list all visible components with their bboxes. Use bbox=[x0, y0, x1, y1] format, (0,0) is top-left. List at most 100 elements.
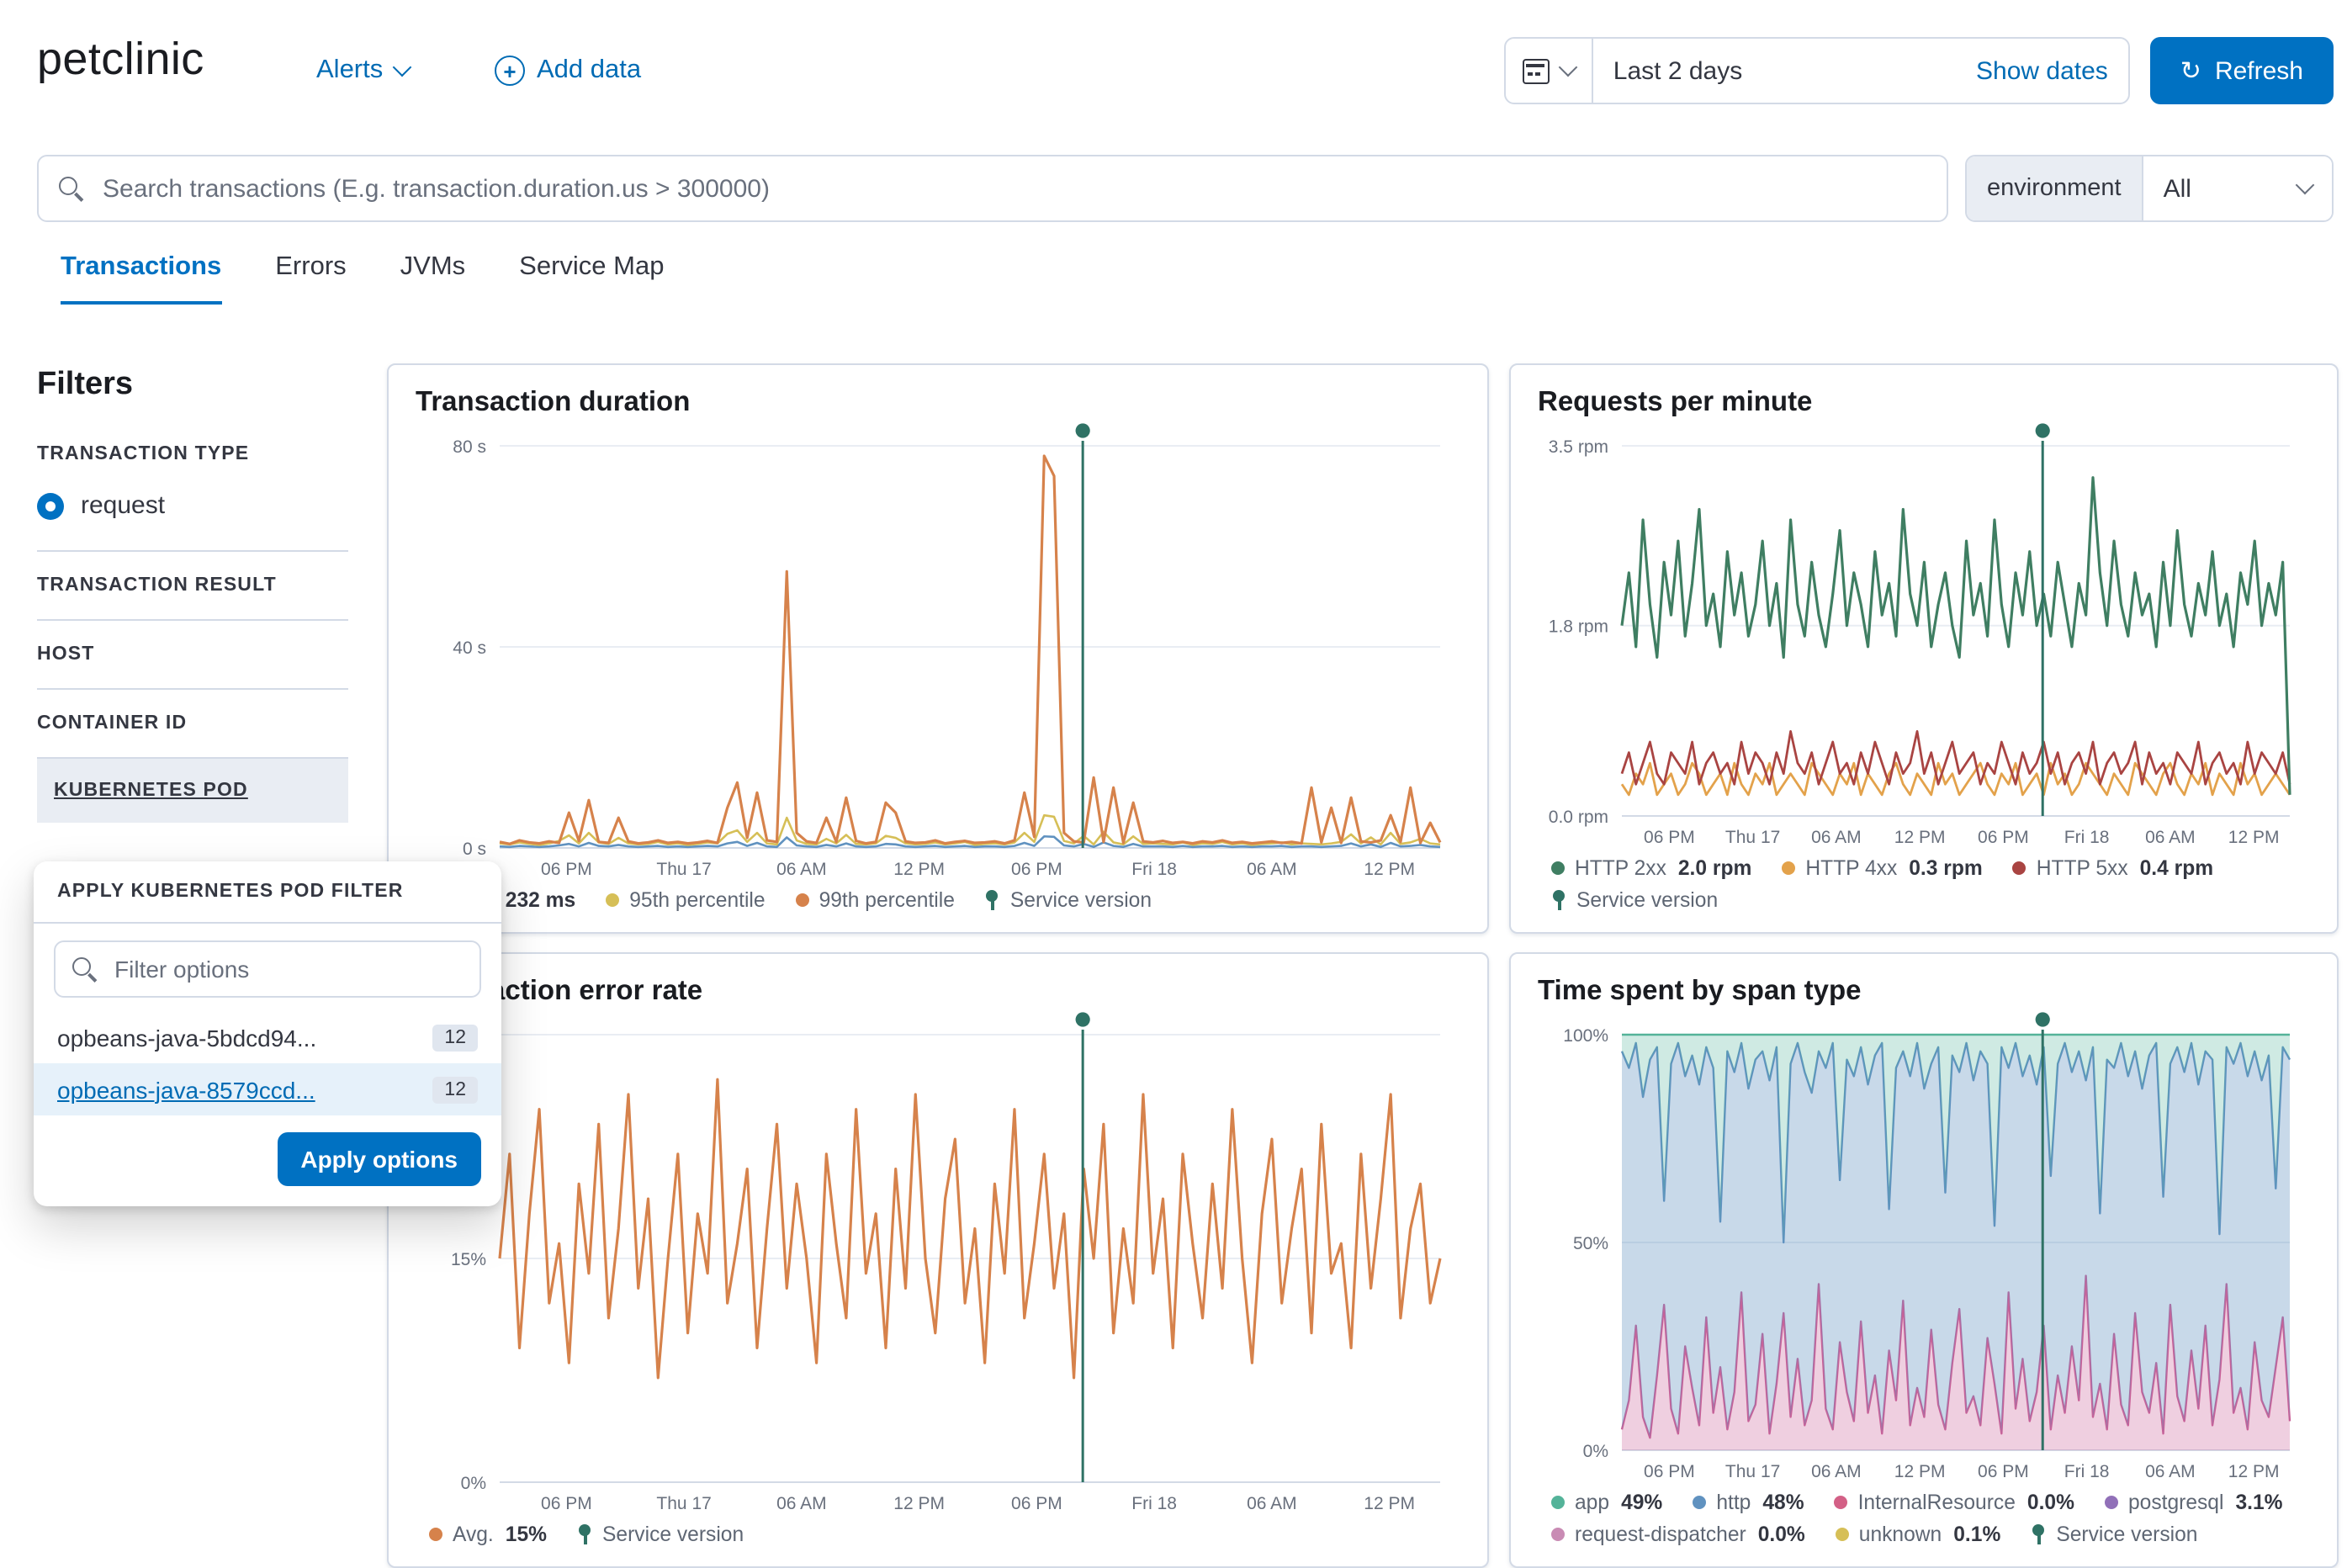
time-spent-by-span-type-chart[interactable]: 0%50%100%06 PMThu 1706 AM12 PM06 PMFri 1… bbox=[1538, 1008, 2310, 1484]
search-input[interactable] bbox=[99, 172, 1926, 204]
chart-legend: Avg.232 ms95th percentile99th percentile… bbox=[416, 882, 1460, 915]
dot-icon bbox=[796, 893, 809, 907]
add-data-link[interactable]: + Add data bbox=[495, 56, 641, 86]
panel-title: Transaction error rate bbox=[416, 976, 1460, 1008]
svg-text:06 AM: 06 AM bbox=[776, 860, 827, 879]
popover-search-box bbox=[54, 940, 481, 998]
app-logo: petclinic bbox=[37, 34, 204, 86]
svg-text:06 AM: 06 AM bbox=[1247, 1494, 1297, 1513]
svg-text:0 s: 0 s bbox=[463, 840, 486, 859]
filter-section-host[interactable]: HOST bbox=[37, 619, 348, 688]
dot-icon bbox=[1782, 861, 1795, 875]
calendar-icon bbox=[1523, 58, 1550, 83]
svg-text:0.0 rpm: 0.0 rpm bbox=[1549, 808, 1608, 827]
tab-jvms[interactable]: JVMs bbox=[400, 252, 466, 305]
dot-icon bbox=[606, 893, 619, 907]
filter-section-container-id[interactable]: CONTAINER ID bbox=[37, 688, 348, 757]
transaction-duration-panel: Transaction duration 0 s40 s80 s06 PMThu… bbox=[387, 363, 1489, 934]
legend-item[interactable]: HTTP 4xx0.3 rpm bbox=[1782, 856, 1982, 880]
search-box bbox=[37, 155, 1948, 222]
refresh-label: Refresh bbox=[2215, 56, 2303, 85]
svg-text:06 PM: 06 PM bbox=[541, 860, 592, 879]
svg-text:Fri 18: Fri 18 bbox=[2064, 1462, 2110, 1481]
legend-item[interactable]: http48% bbox=[1693, 1491, 1804, 1514]
pod-option-selected[interactable]: opbeans-java-8579ccd... 12 bbox=[34, 1063, 501, 1115]
svg-text:Thu 17: Thu 17 bbox=[656, 1494, 711, 1513]
tab-bar: Transactions Errors JVMs Service Map bbox=[61, 252, 664, 305]
legend-item[interactable]: Service version bbox=[985, 888, 1152, 912]
plus-circle-icon: + bbox=[495, 56, 525, 86]
dot-icon bbox=[1551, 1528, 1565, 1541]
legend-item[interactable]: unknown0.1% bbox=[1836, 1523, 2001, 1546]
filter-section-transaction-result[interactable]: TRANSACTION RESULT bbox=[37, 550, 348, 619]
alerts-label: Alerts bbox=[316, 56, 383, 86]
panel-title: Requests per minute bbox=[1538, 387, 2310, 419]
transaction-duration-chart[interactable]: 0 s40 s80 s06 PMThu 1706 AM12 PM06 PMFri… bbox=[416, 419, 1460, 882]
svg-text:06 AM: 06 AM bbox=[1811, 828, 1862, 847]
dot-icon bbox=[1551, 1496, 1565, 1509]
svg-text:06 PM: 06 PM bbox=[1978, 1462, 2029, 1481]
legend-item[interactable]: HTTP 5xx0.4 rpm bbox=[2013, 856, 2213, 880]
legend-item[interactable]: request-dispatcher0.0% bbox=[1551, 1523, 1805, 1546]
legend-item[interactable]: Service version bbox=[1551, 888, 1718, 912]
environment-select[interactable]: All bbox=[2143, 156, 2332, 220]
refresh-icon: ↻ bbox=[2180, 58, 2201, 83]
chevron-down-icon bbox=[392, 58, 411, 77]
tab-service-map[interactable]: Service Map bbox=[519, 252, 664, 305]
pod-option[interactable]: opbeans-java-5bdcd94... 12 bbox=[34, 1011, 501, 1063]
svg-text:12 PM: 12 PM bbox=[1894, 828, 1946, 847]
svg-text:06 PM: 06 PM bbox=[1644, 1462, 1695, 1481]
count-badge: 12 bbox=[432, 1024, 478, 1051]
add-data-label: Add data bbox=[537, 56, 641, 86]
dot-icon bbox=[1551, 861, 1565, 875]
apply-options-button[interactable]: Apply options bbox=[277, 1132, 481, 1186]
chevron-down-icon bbox=[1558, 58, 1577, 77]
legend-item[interactable]: 99th percentile bbox=[796, 888, 955, 912]
svg-text:15%: 15% bbox=[451, 1250, 486, 1269]
pin-icon bbox=[577, 1524, 592, 1544]
legend-item[interactable]: app49% bbox=[1551, 1491, 1662, 1514]
legend-item[interactable]: Service version bbox=[577, 1523, 744, 1546]
svg-text:0%: 0% bbox=[461, 1474, 486, 1493]
alerts-dropdown[interactable]: Alerts bbox=[316, 56, 408, 86]
show-dates-link[interactable]: Show dates bbox=[1976, 56, 2128, 85]
dot-icon bbox=[1836, 1528, 1849, 1541]
tab-transactions[interactable]: Transactions bbox=[61, 252, 221, 305]
count-badge: 12 bbox=[432, 1076, 478, 1103]
radio-request-label: request bbox=[81, 491, 165, 520]
svg-text:80 s: 80 s bbox=[453, 437, 486, 457]
svg-text:1.8 rpm: 1.8 rpm bbox=[1549, 617, 1608, 637]
date-bar: Last 2 days Show dates ↻ Refresh bbox=[1504, 37, 2334, 104]
search-row: environment All bbox=[37, 155, 2334, 222]
search-icon bbox=[59, 176, 84, 201]
svg-text:06 PM: 06 PM bbox=[1011, 860, 1062, 879]
svg-text:12 PM: 12 PM bbox=[2228, 828, 2280, 847]
svg-text:12 PM: 12 PM bbox=[1364, 860, 1415, 879]
date-range-value[interactable]: Last 2 days bbox=[1593, 56, 1976, 85]
svg-text:Fri 18: Fri 18 bbox=[1131, 860, 1177, 879]
environment-filter: environment All bbox=[1965, 155, 2334, 222]
requests-per-minute-panel: Requests per minute 0.0 rpm 1.8 rpm 3.5 rp… bbox=[1509, 363, 2339, 934]
svg-text:3.5 rpm: 3.5 rpm bbox=[1549, 437, 1608, 457]
transaction-error-rate-chart[interactable]: 0%15%30%06 PMThu 1706 AM12 PM06 PMFri 18… bbox=[416, 1008, 1460, 1516]
legend-item[interactable]: InternalResource0.0% bbox=[1835, 1491, 2074, 1514]
legend-item[interactable]: HTTP 2xx2.0 rpm bbox=[1551, 856, 1751, 880]
kubernetes-pod-popover: APPLY KUBERNETES POD FILTER opbeans-java… bbox=[34, 861, 501, 1206]
legend-item[interactable]: postgresql3.1% bbox=[2105, 1491, 2283, 1514]
filter-options-input[interactable] bbox=[111, 954, 463, 984]
legend-item[interactable]: 95th percentile bbox=[606, 888, 765, 912]
refresh-button[interactable]: ↻ Refresh bbox=[2150, 37, 2334, 104]
calendar-button[interactable] bbox=[1506, 39, 1593, 103]
requests-per-minute-chart[interactable]: 0.0 rpm1.8 rpm3.5 rpm06 PMThu 1706 AM12 … bbox=[1538, 419, 2310, 850]
chevron-down-icon bbox=[2296, 176, 2315, 195]
filter-section-kubernetes-pod[interactable]: KUBERNETES POD bbox=[37, 757, 348, 823]
radio-request[interactable]: request bbox=[37, 485, 348, 550]
filters-sidebar: Filters TRANSACTION TYPE request TRANSAC… bbox=[37, 367, 348, 823]
legend-item[interactable]: Service version bbox=[2031, 1523, 2197, 1546]
radio-selected-icon bbox=[37, 492, 64, 519]
date-picker: Last 2 days Show dates bbox=[1504, 37, 2130, 104]
svg-text:40 s: 40 s bbox=[453, 638, 486, 658]
legend-item[interactable]: Avg.15% bbox=[429, 1523, 547, 1546]
environment-value: All bbox=[2164, 174, 2191, 203]
tab-errors[interactable]: Errors bbox=[275, 252, 346, 305]
